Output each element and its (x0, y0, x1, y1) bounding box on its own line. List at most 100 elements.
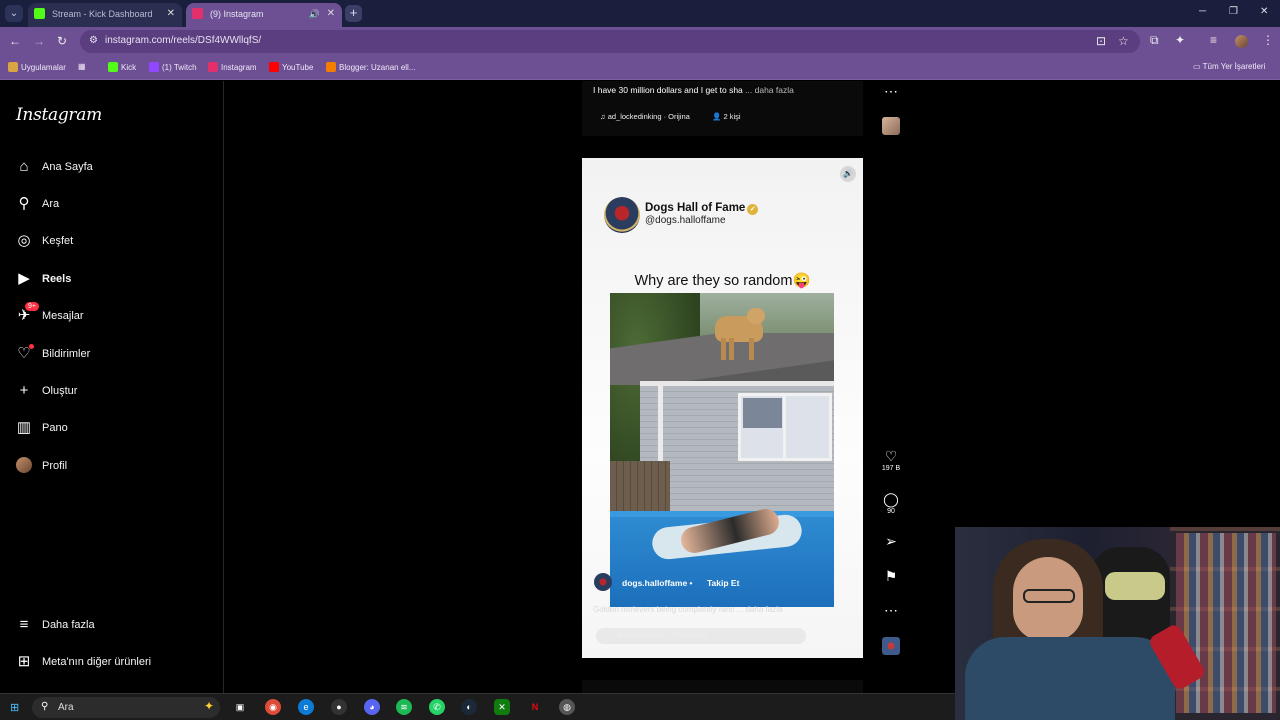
bookmark-icon: ⚑ (884, 568, 898, 584)
close-icon[interactable]: ✕ (167, 3, 175, 25)
nav-meta-products[interactable]: ⊞ Meta'nın diğer ürünleri (15, 651, 215, 675)
heart-icon: ♡ (884, 448, 898, 464)
translate-icon[interactable]: ⧉ (1150, 33, 1159, 48)
edge-icon[interactable]: e (298, 699, 314, 715)
search-highlight-icon: ✦ (203, 699, 214, 713)
speaker-icon[interactable]: 🔊 (840, 166, 856, 182)
back-icon[interactable]: ← (9, 34, 21, 48)
tab-search-menu-icon[interactable]: ⌄ (5, 5, 23, 22)
tab-instagram[interactable]: (9) Instagram 🔊 ✕ (186, 3, 342, 27)
share-button[interactable]: ➢ (880, 533, 902, 549)
reel-caption[interactable]: I have 30 million dollars and I get to s… (593, 85, 794, 95)
nav-messages[interactable]: ✈ 9+ Mesajlar (15, 302, 215, 329)
bookmark-star-icon[interactable]: ☆ (1118, 34, 1129, 48)
forward-icon[interactable]: → (33, 34, 45, 48)
xbox-icon[interactable]: ✕ (494, 699, 510, 715)
netflix-icon[interactable]: N (527, 699, 543, 715)
nav-label: Mesajlar (42, 310, 84, 322)
media-controls-icon[interactable]: ≡ (1210, 33, 1217, 47)
extensions-icon[interactable]: ✦ (1175, 33, 1185, 47)
bookmark-twitch[interactable]: (1) Twitch (149, 62, 197, 72)
taskbar-search[interactable]: ⚲ Ara ✦ (32, 697, 220, 718)
nav-create[interactable]: + Oluştur (15, 380, 215, 404)
whatsapp-icon[interactable]: ✆ (429, 699, 445, 715)
nav-notifications[interactable]: ♡ Bildirimler (15, 343, 215, 367)
like-count: 197 B (881, 465, 901, 472)
instagram-sidebar: Instagram ⌂ Ana Sayfa ⚲ Ara ◎ Keşfet ▶ R… (0, 81, 224, 693)
url-text[interactable]: instagram.com/reels/DSf4WWllqfS/ (105, 35, 261, 46)
reel-caption[interactable]: Golden retrievers being completely ranc … (593, 605, 782, 614)
address-bar[interactable]: ⚙ instagram.com/reels/DSf4WWllqfS/ ⊡ ☆ (80, 30, 1140, 53)
reel-audio[interactable]: ♫ dogs.halloffame · Orijinal ses (596, 628, 806, 644)
obs-icon[interactable]: ● (331, 699, 347, 715)
reload-icon[interactable]: ↻ (57, 34, 67, 48)
tab-kick-dashboard[interactable]: Stream - Kick Dashboard ✕ (28, 3, 182, 27)
profile-avatar[interactable] (1235, 35, 1248, 48)
prev-audio-thumbnail[interactable] (882, 117, 900, 135)
discord-icon[interactable]: ◕ (364, 699, 380, 715)
dog-on-roof (715, 308, 765, 360)
nav-label: Ana Sayfa (42, 161, 93, 173)
close-icon[interactable]: ✕ (327, 3, 335, 25)
comment-button[interactable]: ◯ 90 (880, 491, 902, 515)
bookmark-instagram[interactable]: Instagram (208, 62, 257, 72)
next-reel[interactable] (582, 680, 863, 694)
twitch-icon (149, 62, 159, 72)
windows-start-icon[interactable]: ⊞ (10, 701, 19, 714)
save-button[interactable]: ⚑ (880, 568, 902, 584)
browser-tab-bar: ⌄ Stream - Kick Dashboard ✕ (9) Instagra… (0, 0, 1280, 27)
window-close-icon[interactable]: ✕ (1260, 6, 1268, 17)
tagged-people[interactable]: 👤 2 kişi (712, 112, 741, 121)
more-horizontal-icon: ⋯ (884, 602, 898, 618)
bookmark-kick[interactable]: Kick (108, 62, 136, 72)
menu-kebab-icon[interactable]: ⋮ (1262, 33, 1274, 47)
reels-icon: ▶ (18, 270, 30, 287)
bookmark-youtube[interactable]: YouTube (269, 62, 313, 72)
nav-more[interactable]: ≡ Daha fazla (15, 614, 215, 638)
app-icon[interactable]: ◍ (559, 699, 575, 715)
nav-profile[interactable]: Profil (15, 455, 215, 479)
comment-count: 90 (887, 508, 895, 515)
grid-icon[interactable]: ▦ (78, 62, 86, 71)
restore-icon[interactable]: ❐ (1229, 6, 1238, 17)
audio-thumbnail[interactable] (882, 637, 900, 655)
nav-search[interactable]: ⚲ Ara (15, 193, 215, 217)
folder-icon: ▭ (1193, 62, 1203, 71)
steam-icon[interactable]: ◐ (461, 699, 477, 715)
avatar[interactable] (594, 573, 612, 591)
video-window (738, 393, 832, 461)
nav-explore[interactable]: ◎ Keşfet (15, 230, 215, 254)
spotify-icon[interactable]: ≋ (396, 699, 412, 715)
site-info-icon[interactable]: ⚙ (89, 35, 98, 46)
task-view-icon[interactable]: ▣ (232, 699, 248, 715)
dog-leg (721, 338, 726, 360)
previous-reel[interactable]: I have 30 million dollars and I get to s… (582, 81, 863, 136)
speaker-icon[interactable]: 🔊 (309, 3, 320, 25)
follow-button[interactable]: Takip Et (707, 578, 739, 588)
search-icon: ⚲ (18, 195, 30, 212)
blogger-icon (326, 62, 336, 72)
bookmark-apps[interactable]: Uygulamalar (8, 62, 66, 72)
current-reel[interactable]: 🔊 Dogs Hall of Fame ✓ @dogs.halloffame Wh… (582, 158, 863, 658)
bookmark-blogger[interactable]: Blogger: Uzanan ell... (326, 62, 416, 72)
new-tab-button[interactable]: + (345, 5, 362, 22)
account-handle: @dogs.halloffame (645, 215, 726, 226)
tab-title: Stream - Kick Dashboard (52, 9, 153, 19)
nav-home[interactable]: ⌂ Ana Sayfa (15, 156, 215, 180)
search-placeholder: Ara (58, 702, 74, 713)
reel-username[interactable]: dogs.halloffame • (622, 578, 693, 588)
more-options-button[interactable]: ⋯ (880, 602, 902, 618)
prev-more-button[interactable]: ⋯ (880, 83, 902, 99)
reel-title: Why are they so random😜 (634, 273, 811, 289)
like-button[interactable]: ♡ 197 B (880, 448, 902, 472)
nav-dashboard[interactable]: ▥ Pano (15, 417, 215, 441)
instagram-logo[interactable]: Instagram (16, 105, 102, 125)
minimize-icon[interactable]: ─ (1199, 6, 1206, 17)
nav-reels[interactable]: ▶ Reels (15, 268, 215, 292)
video-frame[interactable] (610, 293, 834, 607)
chrome-icon[interactable]: ◉ (265, 699, 281, 715)
install-app-icon[interactable]: ⊡ (1096, 34, 1106, 48)
all-bookmarks[interactable]: ▭ Tüm Yer İşaretleri (1193, 62, 1265, 71)
reel-audio[interactable]: ♫ ad_lockedinking · Orijina (600, 112, 690, 121)
more-link[interactable]: ... daha fazla (745, 85, 794, 95)
